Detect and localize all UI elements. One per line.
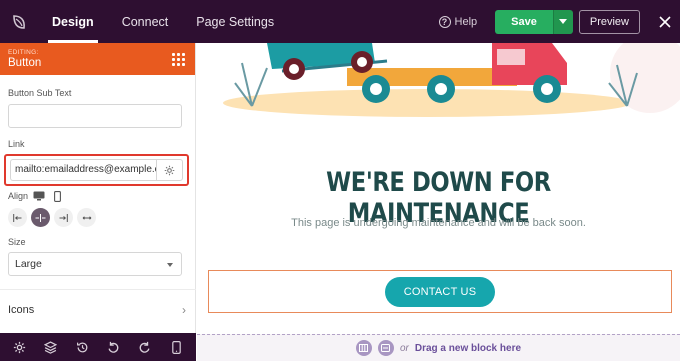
history-icon[interactable] — [74, 339, 90, 355]
bottom-toolbar — [0, 333, 196, 361]
link-label: Link — [8, 139, 25, 149]
editing-label: EDITING: — [8, 49, 39, 56]
icons-label: Icons — [8, 303, 35, 316]
align-label: Align — [8, 191, 29, 201]
desktop-icon[interactable] — [32, 190, 46, 202]
align-left-button[interactable] — [8, 208, 27, 227]
save-options-button[interactable] — [552, 9, 573, 34]
mobile-preview-icon[interactable] — [168, 339, 184, 355]
align-center-button[interactable] — [31, 208, 50, 227]
align-right-button[interactable] — [54, 208, 73, 227]
chevron-down-icon — [167, 263, 173, 267]
button-block-selected[interactable]: CONTACT US — [208, 270, 672, 313]
tab-design[interactable]: Design — [38, 0, 108, 43]
page-canvas: WE'RE DOWN FOR MAINTENANCE This page is … — [197, 43, 680, 361]
tab-connect[interactable]: Connect — [108, 0, 183, 43]
tab-page-settings[interactable]: Page Settings — [182, 0, 288, 43]
mobile-icon[interactable] — [50, 190, 64, 202]
page-subtext[interactable]: This page is undergoing maintenance and … — [197, 217, 680, 229]
help-link[interactable]: ? Help — [438, 15, 478, 28]
drop-zone-or: or — [399, 342, 409, 354]
drop-zone-label: Drag a new block here — [414, 342, 522, 354]
chevron-down-icon — [559, 19, 568, 24]
button-sub-text-input[interactable] — [8, 104, 182, 128]
align-full-width-icon — [82, 215, 91, 220]
align-buttons — [8, 208, 96, 227]
topbar-actions: ? Help Save Preview — [438, 0, 680, 43]
align-center-icon — [35, 213, 46, 222]
close-icon[interactable] — [650, 0, 680, 43]
link-field-highlight: mailto:emailaddress@example.com — [4, 154, 189, 186]
editing-header: EDITING: Button — [0, 43, 195, 75]
link-input[interactable]: mailto:emailaddress@example.com — [10, 159, 156, 181]
layers-icon[interactable] — [43, 339, 59, 355]
chevron-right-icon: › — [182, 302, 186, 317]
drop-zone[interactable]: or Drag a new block here — [197, 334, 680, 361]
help-label: Help — [454, 15, 478, 28]
link-settings-button[interactable] — [156, 159, 183, 181]
editing-title: Button — [8, 57, 42, 69]
top-bar: Design Connect Page Settings ? Help Save… — [0, 0, 680, 43]
tow-truck-illustration — [223, 43, 680, 117]
icons-section-toggle[interactable]: Icons › — [0, 289, 196, 329]
undo-icon[interactable] — [106, 339, 122, 355]
align-row: Align — [8, 190, 64, 202]
save-button-group: Save — [495, 9, 573, 34]
save-button[interactable]: Save — [495, 9, 553, 34]
gear-icon — [164, 165, 175, 175]
grid-menu-icon[interactable] — [172, 53, 185, 66]
settings-gear-icon[interactable] — [12, 339, 28, 355]
size-select-value: Large — [15, 258, 42, 270]
add-section-icon[interactable] — [355, 340, 372, 356]
button-sub-text-label: Button Sub Text — [8, 88, 72, 98]
redo-icon[interactable] — [137, 339, 153, 355]
seedprod-logo-icon[interactable] — [0, 0, 38, 43]
size-select[interactable]: Large — [8, 252, 182, 276]
align-justify-button[interactable] — [77, 208, 96, 227]
size-label: Size — [8, 237, 26, 247]
add-block-icon[interactable] — [377, 340, 394, 356]
align-right-icon — [59, 213, 68, 222]
settings-sidebar: EDITING: Button Button Sub Text Link mai… — [0, 43, 196, 333]
preview-button[interactable]: Preview — [578, 9, 640, 34]
help-icon: ? — [438, 15, 451, 28]
align-left-icon — [13, 213, 22, 222]
contact-us-button[interactable]: CONTACT US — [385, 277, 495, 307]
